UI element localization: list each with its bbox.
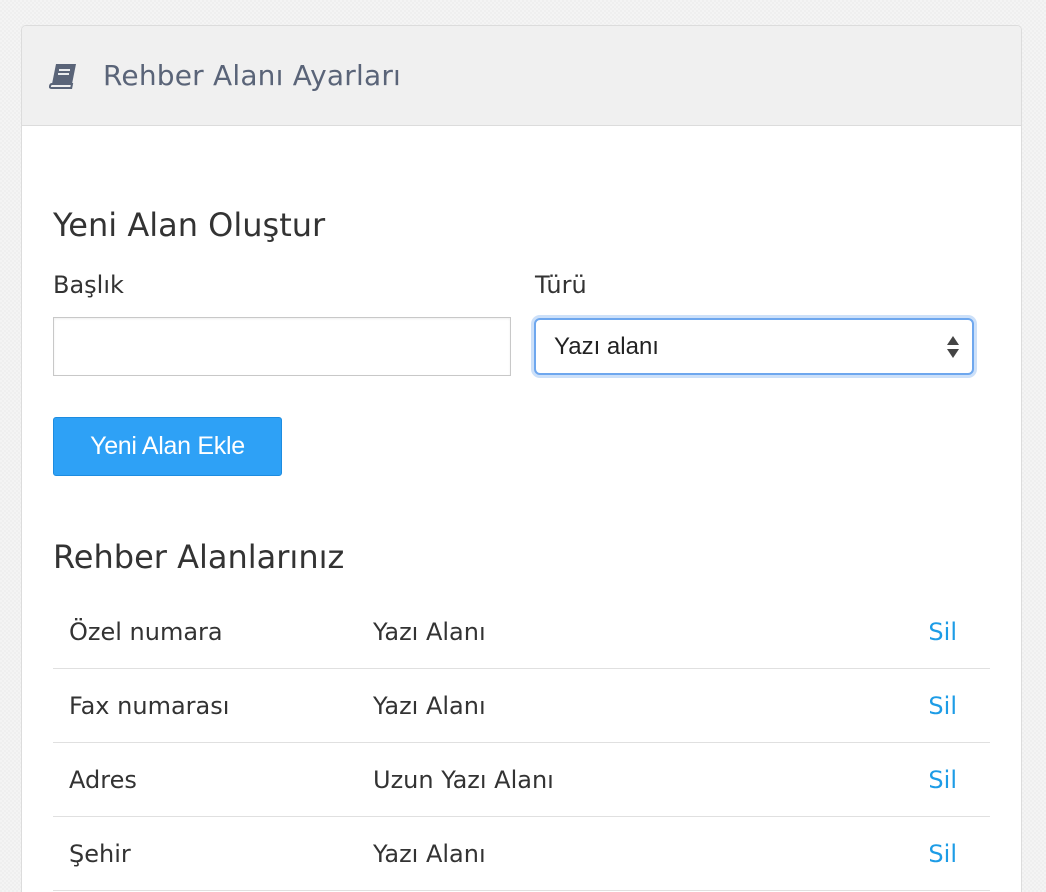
delete-link[interactable]: Sil xyxy=(928,692,957,720)
table-row: Adres Uzun Yazı Alanı Sil xyxy=(53,742,990,817)
field-name: Özel numara xyxy=(53,595,373,669)
field-type: Uzun Yazı Alanı xyxy=(373,742,873,817)
list-section-title: Rehber Alanlarınız xyxy=(53,538,345,576)
settings-panel: Rehber Alanı Ayarları Yeni Alan Oluştur … xyxy=(21,25,1022,892)
type-select-value: Yazı alanı xyxy=(554,332,659,360)
title-input[interactable] xyxy=(53,317,511,376)
type-field-label: Türü xyxy=(535,271,587,299)
book-icon xyxy=(49,62,79,90)
delete-link[interactable]: Sil xyxy=(928,766,957,794)
field-type: Yazı Alanı xyxy=(373,816,873,891)
field-name: Şehir xyxy=(53,816,373,891)
delete-link[interactable]: Sil xyxy=(928,618,957,646)
table-row: Fax numarası Yazı Alanı Sil xyxy=(53,668,990,743)
field-type: Yazı Alanı xyxy=(373,668,873,743)
field-name: Adres xyxy=(53,742,373,817)
panel-header: Rehber Alanı Ayarları xyxy=(22,26,1021,126)
fields-table: Özel numara Yazı Alanı Sil Fax numarası … xyxy=(53,595,990,891)
table-row: Özel numara Yazı Alanı Sil xyxy=(53,595,990,669)
create-section-title: Yeni Alan Oluştur xyxy=(53,206,326,244)
panel-title: Rehber Alanı Ayarları xyxy=(103,59,402,92)
type-select[interactable]: Yazı alanı xyxy=(534,318,974,375)
field-name: Fax numarası xyxy=(53,668,373,743)
delete-link[interactable]: Sil xyxy=(928,840,957,868)
select-arrows-icon xyxy=(946,334,960,360)
table-row: Şehir Yazı Alanı Sil xyxy=(53,816,990,891)
title-field-label: Başlık xyxy=(53,271,124,299)
add-field-button[interactable]: Yeni Alan Ekle xyxy=(53,417,282,476)
field-type: Yazı Alanı xyxy=(373,595,873,669)
